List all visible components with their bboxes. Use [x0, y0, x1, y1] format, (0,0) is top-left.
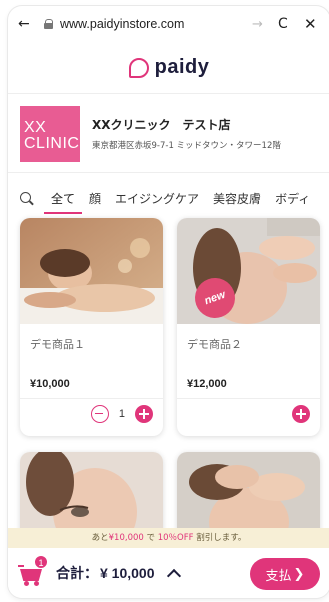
total-value: ¥ 10,000	[100, 565, 155, 581]
tab-all[interactable]: 全て	[44, 184, 83, 214]
back-arrow-icon[interactable]: ←	[18, 16, 38, 32]
store-name: XXクリニック テスト店	[92, 118, 231, 132]
promo-prefix: あと	[91, 533, 109, 543]
forward-arrow-icon[interactable]: →	[252, 17, 278, 32]
card-divider	[177, 398, 320, 399]
quantity-value: 1	[118, 408, 125, 420]
tab-aging-care[interactable]: エイジングケア	[108, 184, 206, 214]
cart-count-badge: 1	[34, 555, 48, 569]
chevron-up-icon[interactable]	[166, 568, 181, 584]
store-info: XX CLINIC XXクリニック テスト店 東京都港区赤坂9-7-1 ミッドタ…	[8, 95, 329, 173]
product-price: ¥10,000	[30, 378, 70, 390]
promo-amount: ¥10,000	[108, 533, 144, 543]
product-image[interactable]	[20, 218, 163, 324]
promo-discount: 10％OFF	[157, 533, 194, 543]
plus-icon[interactable]	[135, 405, 153, 423]
category-tabs: 全て 顔 エイジングケア 美容皮膚 ボディ	[8, 184, 329, 214]
reload-icon[interactable]: C	[278, 16, 304, 32]
checkout-footer: 1 合計： ¥ 10,000 支払 ❯	[8, 548, 329, 598]
product-card[interactable]: new デモ商品２ ¥12,000	[177, 218, 320, 436]
search-icon[interactable]	[16, 189, 44, 209]
cart-icon[interactable]: 1	[18, 555, 48, 586]
product-card[interactable]: デモ商品１ ¥10,000 1	[20, 218, 163, 436]
paidy-logo-icon	[128, 57, 149, 78]
pay-label: 支払	[265, 568, 292, 584]
quantity-stepper	[292, 404, 310, 424]
promo-banner: あと¥10,000 で 10％OFF 割引します。	[8, 528, 329, 548]
card-divider	[20, 398, 163, 399]
product-price: ¥12,000	[187, 378, 227, 390]
product-name: デモ商品２	[187, 338, 242, 351]
brand-logo-text: paidy	[154, 56, 210, 78]
tab-body[interactable]: ボディ	[268, 184, 317, 214]
url-bar[interactable]: www.paidyinstore.com	[60, 17, 252, 31]
promo-suffix: 割引します。	[196, 533, 247, 543]
browser-toolbar: ← www.paidyinstore.com → C ✕	[8, 6, 329, 42]
brand-header: paidy	[8, 42, 329, 94]
store-address: 東京都港区赤坂9-7-1 ミッドタウン・タワー12階	[92, 141, 281, 151]
close-icon[interactable]: ✕	[304, 15, 320, 33]
tab-face[interactable]: 顔	[82, 184, 108, 214]
quantity-stepper: 1	[90, 404, 153, 424]
product-image[interactable]: new	[177, 218, 320, 324]
lock-icon	[44, 19, 54, 29]
chevron-right-icon: ❯	[293, 566, 305, 582]
pay-button[interactable]: 支払 ❯	[250, 558, 320, 590]
total-label: 合計：	[56, 566, 98, 582]
clinic-logo: XX CLINIC	[20, 105, 80, 162]
product-name: デモ商品１	[30, 338, 85, 351]
clinic-logo-line2: CLINIC	[24, 134, 80, 152]
plus-icon[interactable]	[292, 405, 310, 423]
minus-icon[interactable]	[90, 405, 109, 423]
promo-middle: で	[146, 533, 156, 543]
phone-frame: ← www.paidyinstore.com → C ✕ paidy XX CL…	[8, 6, 329, 598]
clinic-logo-line1: XX	[24, 118, 47, 136]
tab-beauty-skin[interactable]: 美容皮膚	[206, 184, 268, 214]
